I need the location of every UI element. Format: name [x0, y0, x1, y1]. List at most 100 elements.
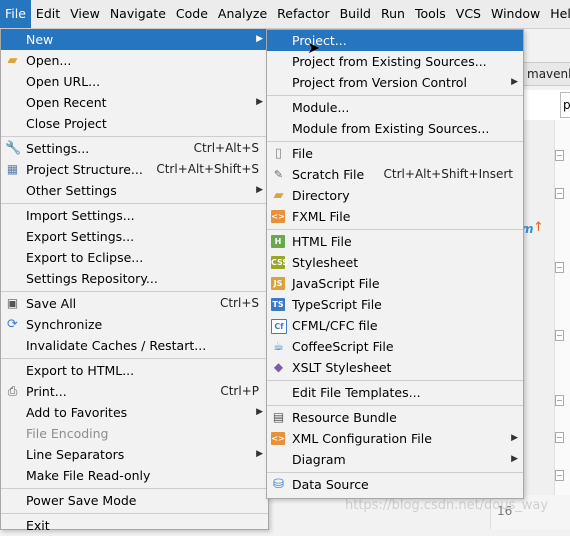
menu-item-module[interactable]: Module... [267, 97, 523, 118]
fold-marker-icon[interactable] [555, 188, 564, 199]
menu-item-scratch-file[interactable]: ✎ Scratch File Ctrl+Alt+Shift+Insert [267, 164, 523, 185]
menu-vcs[interactable]: VCS [451, 0, 486, 28]
menu-item-export-html[interactable]: Export to HTML... [1, 360, 268, 381]
menu-item-stylesheet[interactable]: CSS Stylesheet [267, 252, 523, 273]
menu-separator [1, 136, 268, 137]
menu-item-label: Module... [292, 100, 350, 115]
menu-item-new-project[interactable]: Project... [267, 30, 523, 51]
menu-item-project-vcs[interactable]: Project from Version Control ▶ [267, 72, 523, 93]
menu-item-label: File [292, 146, 313, 161]
menu-item-label: JavaScript File [292, 276, 380, 291]
menu-item-open-url[interactable]: Open URL... [1, 71, 268, 92]
menu-item-label: Stylesheet [292, 255, 359, 270]
menu-item-module-existing-sources[interactable]: Module from Existing Sources... [267, 118, 523, 139]
menu-item-export-settings[interactable]: Export Settings... [1, 226, 268, 247]
fold-marker-icon[interactable] [555, 395, 564, 406]
menu-item-project-structure[interactable]: ▦ Project Structure... Ctrl+Alt+Shift+S [1, 159, 268, 180]
menu-item-add-to-favorites[interactable]: Add to Favorites ▶ [1, 402, 268, 423]
menu-item-settings[interactable]: 🔧 Settings... Ctrl+Alt+S [1, 138, 268, 159]
menu-item-open-recent[interactable]: Open Recent ▶ [1, 92, 268, 113]
fold-marker-icon[interactable] [555, 150, 564, 161]
menu-item-label: Open... [26, 53, 72, 68]
submenu-arrow-icon: ▶ [256, 185, 263, 195]
menu-item-close-project[interactable]: Close Project [1, 113, 268, 134]
menu-item-coffeescript-file[interactable]: ☕ CoffeeScript File [267, 336, 523, 357]
menu-item-data-source[interactable]: ⛁ Data Source [267, 474, 523, 495]
menu-item-edit-file-templates[interactable]: Edit File Templates... [267, 382, 523, 403]
menu-item-label: Edit File Templates... [292, 385, 421, 400]
menu-item-label: Add to Favorites [26, 405, 128, 420]
menu-item-make-read-only[interactable]: Make File Read-only [1, 465, 268, 486]
xslt-file-icon: ◆ [273, 360, 284, 374]
menu-build[interactable]: Build [335, 0, 376, 28]
menu-item-label: FXML File [292, 209, 351, 224]
menu-item-diagram[interactable]: Diagram ▶ [267, 449, 523, 470]
menu-item-html-file[interactable]: H HTML File [267, 231, 523, 252]
submenu-arrow-icon: ▶ [256, 34, 263, 44]
menu-item-synchronize[interactable]: ⟳ Synchronize [1, 314, 268, 335]
fold-marker-icon[interactable] [555, 470, 564, 481]
menu-item-xml-configuration-file[interactable]: <> XML Configuration File ▶ [267, 428, 523, 449]
menu-item-other-settings[interactable]: Other Settings ▶ [1, 180, 268, 201]
menu-item-power-save-mode[interactable]: Power Save Mode [1, 490, 268, 511]
menu-help[interactable]: Help [545, 0, 570, 28]
menu-item-directory[interactable]: ▰ Directory [267, 185, 523, 206]
menu-item-save-all[interactable]: ▣ Save All Ctrl+S [1, 293, 268, 314]
ts-file-icon: TS [271, 298, 285, 311]
menu-item-project-existing-sources[interactable]: Project from Existing Sources... [267, 51, 523, 72]
folder-icon: ▰ [7, 53, 18, 68]
menu-item-line-separators[interactable]: Line Separators ▶ [1, 444, 268, 465]
menu-item-invalidate-caches[interactable]: Invalidate Caches / Restart... [1, 335, 268, 356]
fold-marker-icon[interactable] [555, 432, 564, 443]
menu-analyze[interactable]: Analyze [213, 0, 272, 28]
menu-item-fxml-file[interactable]: <> FXML File [267, 206, 523, 227]
menu-code[interactable]: Code [171, 0, 213, 28]
mouse-cursor-icon: ➤ [307, 38, 321, 57]
menu-item-cfml-file[interactable]: Cf CFML/CFC file [267, 315, 523, 336]
menu-refactor[interactable]: Refactor [272, 0, 334, 28]
menu-item-open[interactable]: ▰ Open... [1, 50, 268, 71]
xml-config-icon: <> [271, 432, 285, 445]
menu-item-javascript-file[interactable]: JS JavaScript File [267, 273, 523, 294]
menu-view[interactable]: View [65, 0, 105, 28]
menu-item-label: XSLT Stylesheet [292, 360, 392, 375]
menu-item-label: Export to HTML... [26, 363, 135, 378]
submenu-arrow-icon: ▶ [256, 407, 263, 417]
menu-item-label: Synchronize [26, 317, 103, 332]
menu-item-new[interactable]: New ▶ [1, 29, 268, 50]
menu-item-export-eclipse[interactable]: Export to Eclipse... [1, 247, 268, 268]
submenu-arrow-icon: ▶ [511, 77, 518, 87]
menu-item-label: Close Project [26, 116, 107, 131]
menu-item-import-settings[interactable]: Import Settings... [1, 205, 268, 226]
menu-item-label: Exit [26, 518, 50, 533]
menu-run[interactable]: Run [376, 0, 410, 28]
menu-item-label: Project from Version Control [292, 75, 467, 90]
fold-marker-icon[interactable] [555, 330, 564, 341]
sync-icon: ⟳ [7, 317, 18, 332]
menu-file[interactable]: File [0, 0, 31, 28]
menu-item-print[interactable]: ⎙ Print... Ctrl+P [1, 381, 268, 402]
menu-item-label: CFML/CFC file [292, 318, 378, 333]
submenu-arrow-icon: ▶ [511, 454, 518, 464]
menu-window[interactable]: Window [486, 0, 545, 28]
menu-item-label: Open Recent [26, 95, 107, 110]
menu-separator [267, 95, 523, 96]
cfml-file-icon: Cf [271, 319, 287, 334]
project-structure-icon: ▦ [6, 162, 19, 176]
fold-marker-icon[interactable] [555, 262, 564, 273]
save-icon: ▣ [6, 296, 19, 310]
menu-item-resource-bundle[interactable]: ▤ Resource Bundle [267, 407, 523, 428]
menu-item-settings-repository[interactable]: Settings Repository... [1, 268, 268, 289]
editor-tab[interactable]: mavenlea [522, 62, 570, 86]
menu-bar: File Edit View Navigate Code Analyze Ref… [0, 0, 570, 29]
menu-item-typescript-file[interactable]: TS TypeScript File [267, 294, 523, 315]
menu-item-label: XML Configuration File [292, 431, 432, 446]
menu-item-exit[interactable]: Exit [1, 515, 268, 536]
menu-edit[interactable]: Edit [31, 0, 65, 28]
menu-item-label: Invalidate Caches / Restart... [26, 338, 207, 353]
menu-item-file[interactable]: ▯ File [267, 143, 523, 164]
menu-item-xslt-stylesheet[interactable]: ◆ XSLT Stylesheet [267, 357, 523, 378]
override-arrow-icon[interactable]: ↑ [533, 220, 544, 235]
menu-navigate[interactable]: Navigate [105, 0, 171, 28]
menu-tools[interactable]: Tools [410, 0, 451, 28]
